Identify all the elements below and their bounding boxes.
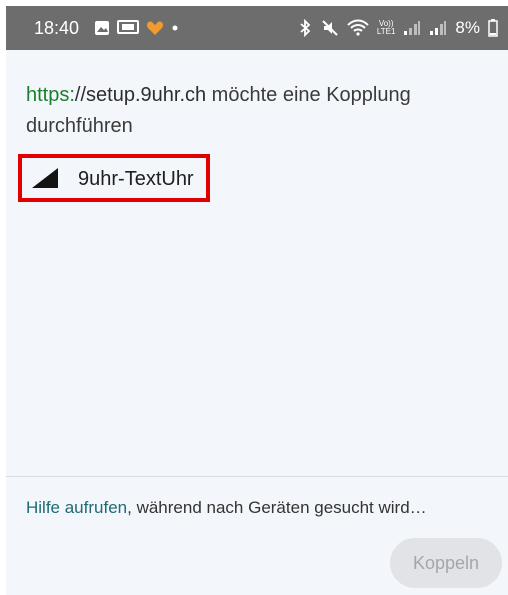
- device-list-item[interactable]: 9uhr-TextUhr: [18, 154, 210, 202]
- help-link[interactable]: Hilfe aufrufen: [26, 498, 127, 517]
- dialog-footer: Hilfe aufrufen, während nach Geräten ges…: [6, 477, 508, 595]
- bluetooth-icon: [300, 19, 311, 37]
- lte-label: LTE1: [376, 27, 396, 36]
- dialog-content: https://setup.9uhr.ch möchte eine Kopplu…: [6, 50, 508, 476]
- status-bar: 18:40 Vo)) LTE1 8%: [6, 6, 508, 50]
- signal-icon-2: [430, 21, 447, 35]
- heart-app-icon: [146, 21, 164, 35]
- battery-percentage: 8%: [455, 18, 480, 37]
- signal-strength-icon: [32, 168, 58, 188]
- volte-icon: Vo)) LTE1: [377, 20, 396, 36]
- help-text-rest: , während nach Geräten gesucht wird…: [127, 498, 427, 517]
- url-host: //setup.9uhr.ch: [74, 84, 207, 106]
- cast-icon: [117, 20, 139, 34]
- signal-icon: [404, 21, 421, 35]
- gallery-icon: [95, 21, 109, 35]
- notification-dot-icon: [172, 25, 178, 31]
- status-time: 18:40: [34, 18, 80, 38]
- device-name: 9uhr-TextUhr: [78, 168, 194, 190]
- mute-icon: [322, 20, 338, 36]
- pairing-request-text: https://setup.9uhr.ch möchte eine Kopplu…: [26, 80, 466, 142]
- bluetooth-pairing-screen: 18:40 Vo)) LTE1 8% https://setup.9uhr.ch…: [6, 6, 508, 595]
- url-scheme: https:: [26, 84, 75, 106]
- status-left-icons: [94, 19, 179, 37]
- help-text: Hilfe aufrufen, während nach Geräten ges…: [26, 498, 427, 518]
- status-right-icons: Vo)) LTE1 8%: [297, 18, 498, 38]
- battery-icon: [488, 19, 498, 37]
- wifi-icon: [347, 19, 369, 36]
- connect-button[interactable]: Koppeln: [390, 538, 502, 588]
